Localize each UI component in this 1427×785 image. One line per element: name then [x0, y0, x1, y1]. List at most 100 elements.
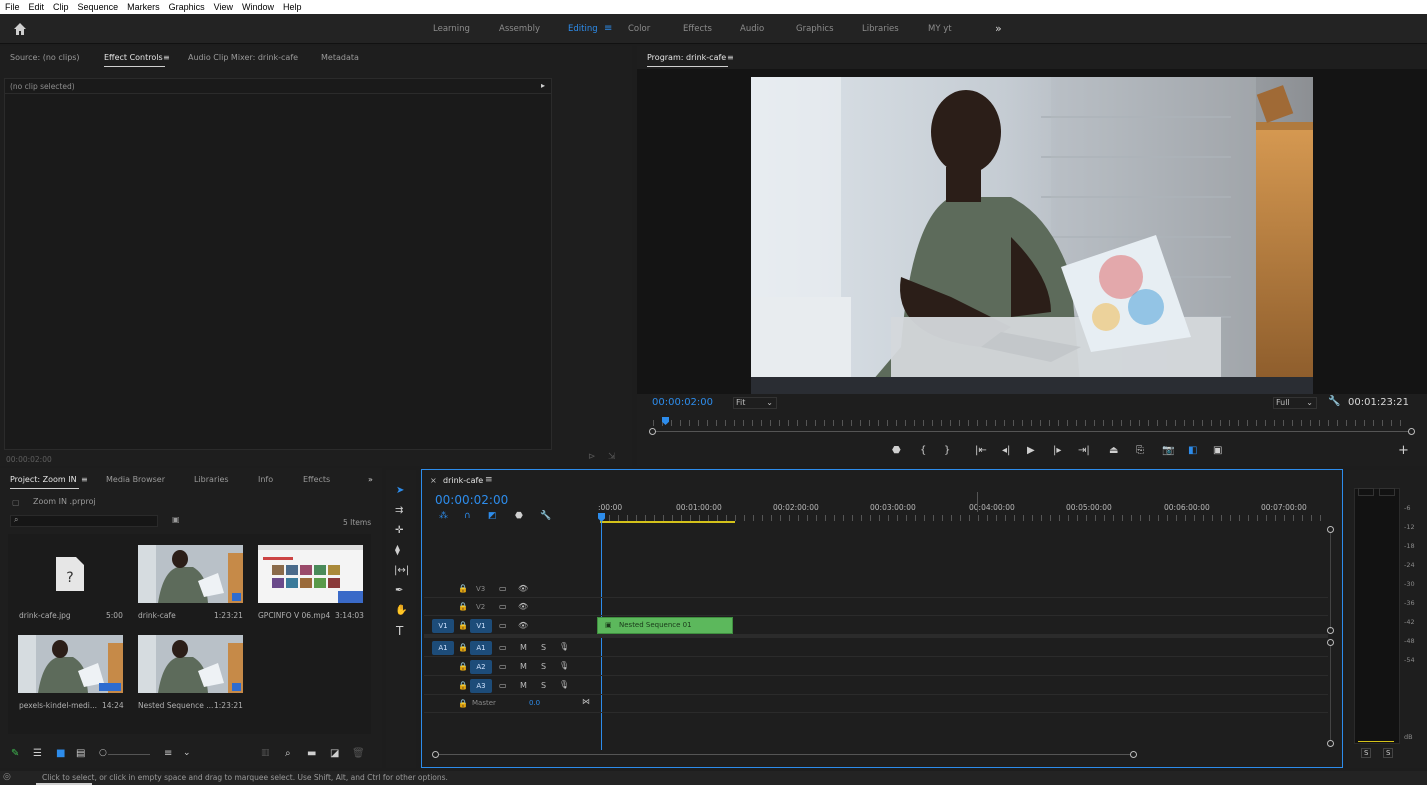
source-patch-v1[interactable]: V1	[432, 619, 454, 633]
sync-lock-icon[interactable]: ▭	[499, 681, 507, 690]
menu-markers[interactable]: Markers	[122, 2, 164, 12]
menu-graphics[interactable]: Graphics	[164, 2, 209, 12]
hand-tool-icon[interactable]: ✋	[395, 606, 407, 616]
freeform-view-icon[interactable]: ▤	[76, 748, 85, 759]
sync-lock-icon[interactable]: ▭	[499, 602, 507, 611]
add-marker-icon[interactable]: ⬣	[892, 445, 901, 456]
automate-to-sequence-icon[interactable]: ▥	[261, 748, 270, 758]
menu-sequence[interactable]: Sequence	[73, 2, 123, 12]
track-label-a3[interactable]: A3	[470, 679, 492, 693]
tab-audio-clip-mixer[interactable]: Audio Clip Mixer: drink-cafe	[188, 53, 298, 62]
workspace-graphics[interactable]: Graphics	[796, 24, 834, 34]
workspace-editing[interactable]: Editing	[568, 24, 598, 34]
solo-icon[interactable]: S	[541, 643, 546, 652]
microphone-icon[interactable]: 🎙	[559, 680, 569, 689]
new-item-icon[interactable]: ◪	[330, 748, 339, 759]
program-monitor-title[interactable]: Program: drink-cafe	[647, 53, 729, 67]
find-icon[interactable]: ⌕	[285, 748, 291, 759]
new-bin-from-search-icon[interactable]: ▣	[172, 515, 180, 524]
menu-view[interactable]: View	[209, 2, 237, 12]
sort-icon[interactable]: ≡	[164, 748, 172, 759]
snap-icon[interactable]: ∩	[464, 511, 471, 521]
lock-icon[interactable]: 🔒	[458, 662, 468, 671]
go-to-in-icon[interactable]: |⇤	[975, 445, 987, 456]
project-menu-icon[interactable]: ≡	[81, 475, 88, 484]
mute-icon[interactable]: M	[520, 681, 527, 690]
menu-window[interactable]: Window	[237, 2, 278, 12]
lock-icon[interactable]: 🔒	[458, 602, 468, 611]
step-back-icon[interactable]: ◂|	[1002, 445, 1010, 456]
zoom-handle-right[interactable]	[1408, 428, 1415, 435]
project-search-input[interactable]	[10, 515, 158, 527]
list-view-icon[interactable]: ☰	[33, 748, 42, 759]
lift-icon[interactable]: ⏏	[1109, 445, 1118, 456]
vscroll-handle[interactable]	[1327, 627, 1334, 634]
mute-icon[interactable]: M	[520, 662, 527, 671]
timeline-menu-icon[interactable]: ≡	[485, 475, 493, 485]
pen-tool-icon[interactable]: ✒	[395, 586, 403, 596]
multicam-icon[interactable]: ▣	[1213, 445, 1222, 456]
source-patch-a1[interactable]: A1	[432, 641, 454, 655]
extract-icon[interactable]: ⎘	[1136, 445, 1144, 456]
more-tabs-icon[interactable]: »	[368, 475, 373, 484]
filter-icon[interactable]: ⊳	[588, 452, 596, 462]
workspace-assembly[interactable]: Assembly	[499, 24, 540, 34]
tab-metadata[interactable]: Metadata	[321, 53, 359, 62]
track-label-a1[interactable]: A1	[470, 641, 492, 655]
vscroll-handle[interactable]	[1327, 639, 1334, 646]
tab-media-browser[interactable]: Media Browser	[106, 475, 165, 484]
mark-in-icon[interactable]: {	[920, 445, 926, 456]
play-icon[interactable]: ▶	[1027, 445, 1035, 456]
mute-icon[interactable]: M	[520, 643, 527, 652]
master-volume[interactable]: 0.0	[529, 699, 540, 707]
hscroll-handle-right[interactable]	[1130, 751, 1137, 758]
go-to-out-icon[interactable]: ⇥|	[1078, 445, 1090, 456]
project-item-drink-cafe-jpg[interactable]: ?	[18, 545, 123, 603]
tab-info[interactable]: Info	[258, 475, 273, 484]
project-item-drink-cafe[interactable]	[138, 545, 243, 603]
tab-project[interactable]: Project: Zoom IN	[10, 475, 79, 489]
workspace-my-yt[interactable]: MY yt	[928, 24, 952, 34]
step-forward-icon[interactable]: |▸	[1053, 445, 1061, 456]
video-frame[interactable]	[751, 77, 1313, 394]
peak-indicator-left[interactable]	[1358, 488, 1374, 496]
hscroll-handle-left[interactable]	[432, 751, 439, 758]
linked-selection-icon[interactable]: ◩	[488, 511, 497, 521]
sync-lock-icon[interactable]: ▭	[499, 643, 507, 652]
project-item-pexels[interactable]	[18, 635, 123, 693]
expand-arrow-icon[interactable]: ▸	[541, 81, 545, 90]
icon-view-icon[interactable]: ■	[56, 748, 65, 759]
wrench-icon[interactable]: 🔧	[1328, 396, 1340, 407]
nest-toggle-icon[interactable]: ⁂	[439, 511, 448, 521]
ripple-edit-tool-icon[interactable]: ✛	[395, 526, 403, 536]
eye-icon[interactable]: 👁	[518, 602, 528, 611]
type-tool-icon[interactable]: T	[396, 625, 403, 637]
sync-lock-icon[interactable]: ▭	[499, 584, 507, 593]
workspace-color[interactable]: Color	[628, 24, 650, 34]
project-item-gpcinfo[interactable]	[258, 545, 363, 603]
menu-file[interactable]: File	[0, 2, 24, 12]
add-marker-icon[interactable]: ⬣	[515, 511, 523, 521]
lock-icon[interactable]: 🔒	[458, 584, 468, 593]
go-to-end-icon[interactable]: ⋈	[582, 697, 590, 706]
solo-right-button[interactable]: S	[1383, 748, 1394, 758]
work-area-bar[interactable]	[600, 521, 735, 523]
zoom-handle-left[interactable]	[649, 428, 656, 435]
sequence-tab[interactable]: drink-cafe	[443, 476, 483, 485]
program-menu-icon[interactable]: ≡	[727, 53, 734, 62]
lock-icon[interactable]: 🔒	[458, 681, 468, 690]
timeline-timecode[interactable]: 00:00:02:00	[435, 493, 508, 507]
sync-lock-icon[interactable]: ▭	[499, 621, 507, 630]
timeline-hscroll[interactable]	[439, 754, 1131, 755]
track-label-a2[interactable]: A2	[470, 660, 492, 674]
track-label-v3[interactable]: V3	[476, 585, 485, 593]
zoom-select[interactable]: Fit ⌄	[733, 397, 777, 409]
new-bin-icon[interactable]: ▬	[307, 748, 316, 759]
video-vscroll[interactable]	[1330, 533, 1331, 629]
nested-sequence-clip[interactable]: ▣ Nested Sequence 01	[597, 617, 733, 634]
menu-edit[interactable]: Edit	[24, 2, 49, 12]
tab-effects[interactable]: Effects	[303, 475, 330, 484]
pencil-icon[interactable]: ✎	[11, 748, 19, 759]
quality-select[interactable]: Full ⌄	[1273, 397, 1317, 409]
timeline-settings-icon[interactable]: 🔧	[540, 511, 551, 521]
